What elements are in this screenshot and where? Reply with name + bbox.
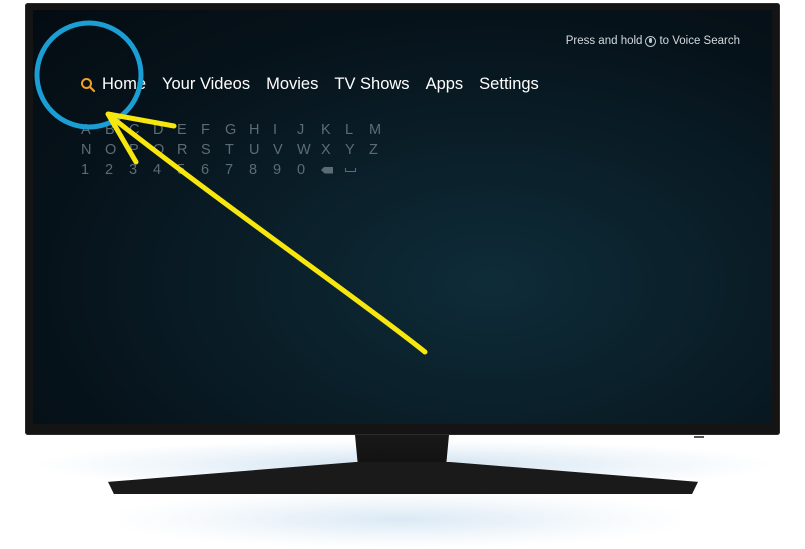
key-0[interactable]: 0 [297,160,321,180]
keyboard-row-letters-1: A B C D E F G H I J K L M [81,120,393,140]
search-icon[interactable] [80,77,96,93]
nav-item-movies[interactable]: Movies [266,75,318,94]
voice-hint-prefix: Press and hold [565,35,643,47]
search-keyboard: A B C D E F G H I J K L M N O P Q R S T … [81,120,393,180]
key-h[interactable]: H [249,120,273,140]
key-n[interactable]: N [81,140,105,160]
key-u[interactable]: U [249,140,273,160]
voice-hint-suffix: to Voice Search [659,35,740,47]
key-a[interactable]: A [81,120,105,140]
key-e[interactable]: E [177,120,201,140]
key-b[interactable]: B [105,120,129,140]
key-6[interactable]: 6 [201,160,225,180]
key-m[interactable]: M [369,120,393,140]
power-indicator [694,436,704,438]
voice-search-hint: Press and hold to Voice Search [566,35,740,47]
key-k[interactable]: K [321,120,345,140]
key-7[interactable]: 7 [225,160,249,180]
space-key[interactable] [345,160,369,180]
key-q[interactable]: Q [153,140,177,160]
key-2[interactable]: 2 [105,160,129,180]
key-x[interactable]: X [321,140,345,160]
backspace-icon [321,166,333,174]
stand-shadow-glow [120,492,680,547]
nav-item-home[interactable]: Home [102,75,146,94]
key-4[interactable]: 4 [153,160,177,180]
key-i[interactable]: I [273,120,297,140]
nav-item-settings[interactable]: Settings [479,75,539,94]
key-t[interactable]: T [225,140,249,160]
key-9[interactable]: 9 [273,160,297,180]
key-g[interactable]: G [225,120,249,140]
tv-screen: Press and hold to Voice Search Home Your… [33,10,772,424]
key-j[interactable]: J [297,120,321,140]
space-icon [345,168,356,172]
key-l[interactable]: L [345,120,369,140]
key-5[interactable]: 5 [177,160,201,180]
key-p[interactable]: P [129,140,153,160]
nav-item-apps[interactable]: Apps [426,75,464,94]
key-z[interactable]: Z [369,140,393,160]
key-y[interactable]: Y [345,140,369,160]
nav-item-tv-shows[interactable]: TV Shows [334,75,409,94]
key-3[interactable]: 3 [129,160,153,180]
key-r[interactable]: R [177,140,201,160]
key-8[interactable]: 8 [249,160,273,180]
key-s[interactable]: S [201,140,225,160]
key-1[interactable]: 1 [81,160,105,180]
key-d[interactable]: D [153,120,177,140]
key-o[interactable]: O [105,140,129,160]
keyboard-row-letters-2: N O P Q R S T U V W X Y Z [81,140,393,160]
key-f[interactable]: F [201,120,225,140]
main-navigation: Home Your Videos Movies TV Shows Apps Se… [80,75,555,94]
key-w[interactable]: W [297,140,321,160]
key-v[interactable]: V [273,140,297,160]
backspace-key[interactable] [321,160,345,180]
key-c[interactable]: C [129,120,153,140]
nav-item-your-videos[interactable]: Your Videos [162,75,250,94]
keyboard-row-digits: 1 2 3 4 5 6 7 8 9 0 [81,160,393,180]
microphone-icon [645,35,657,47]
